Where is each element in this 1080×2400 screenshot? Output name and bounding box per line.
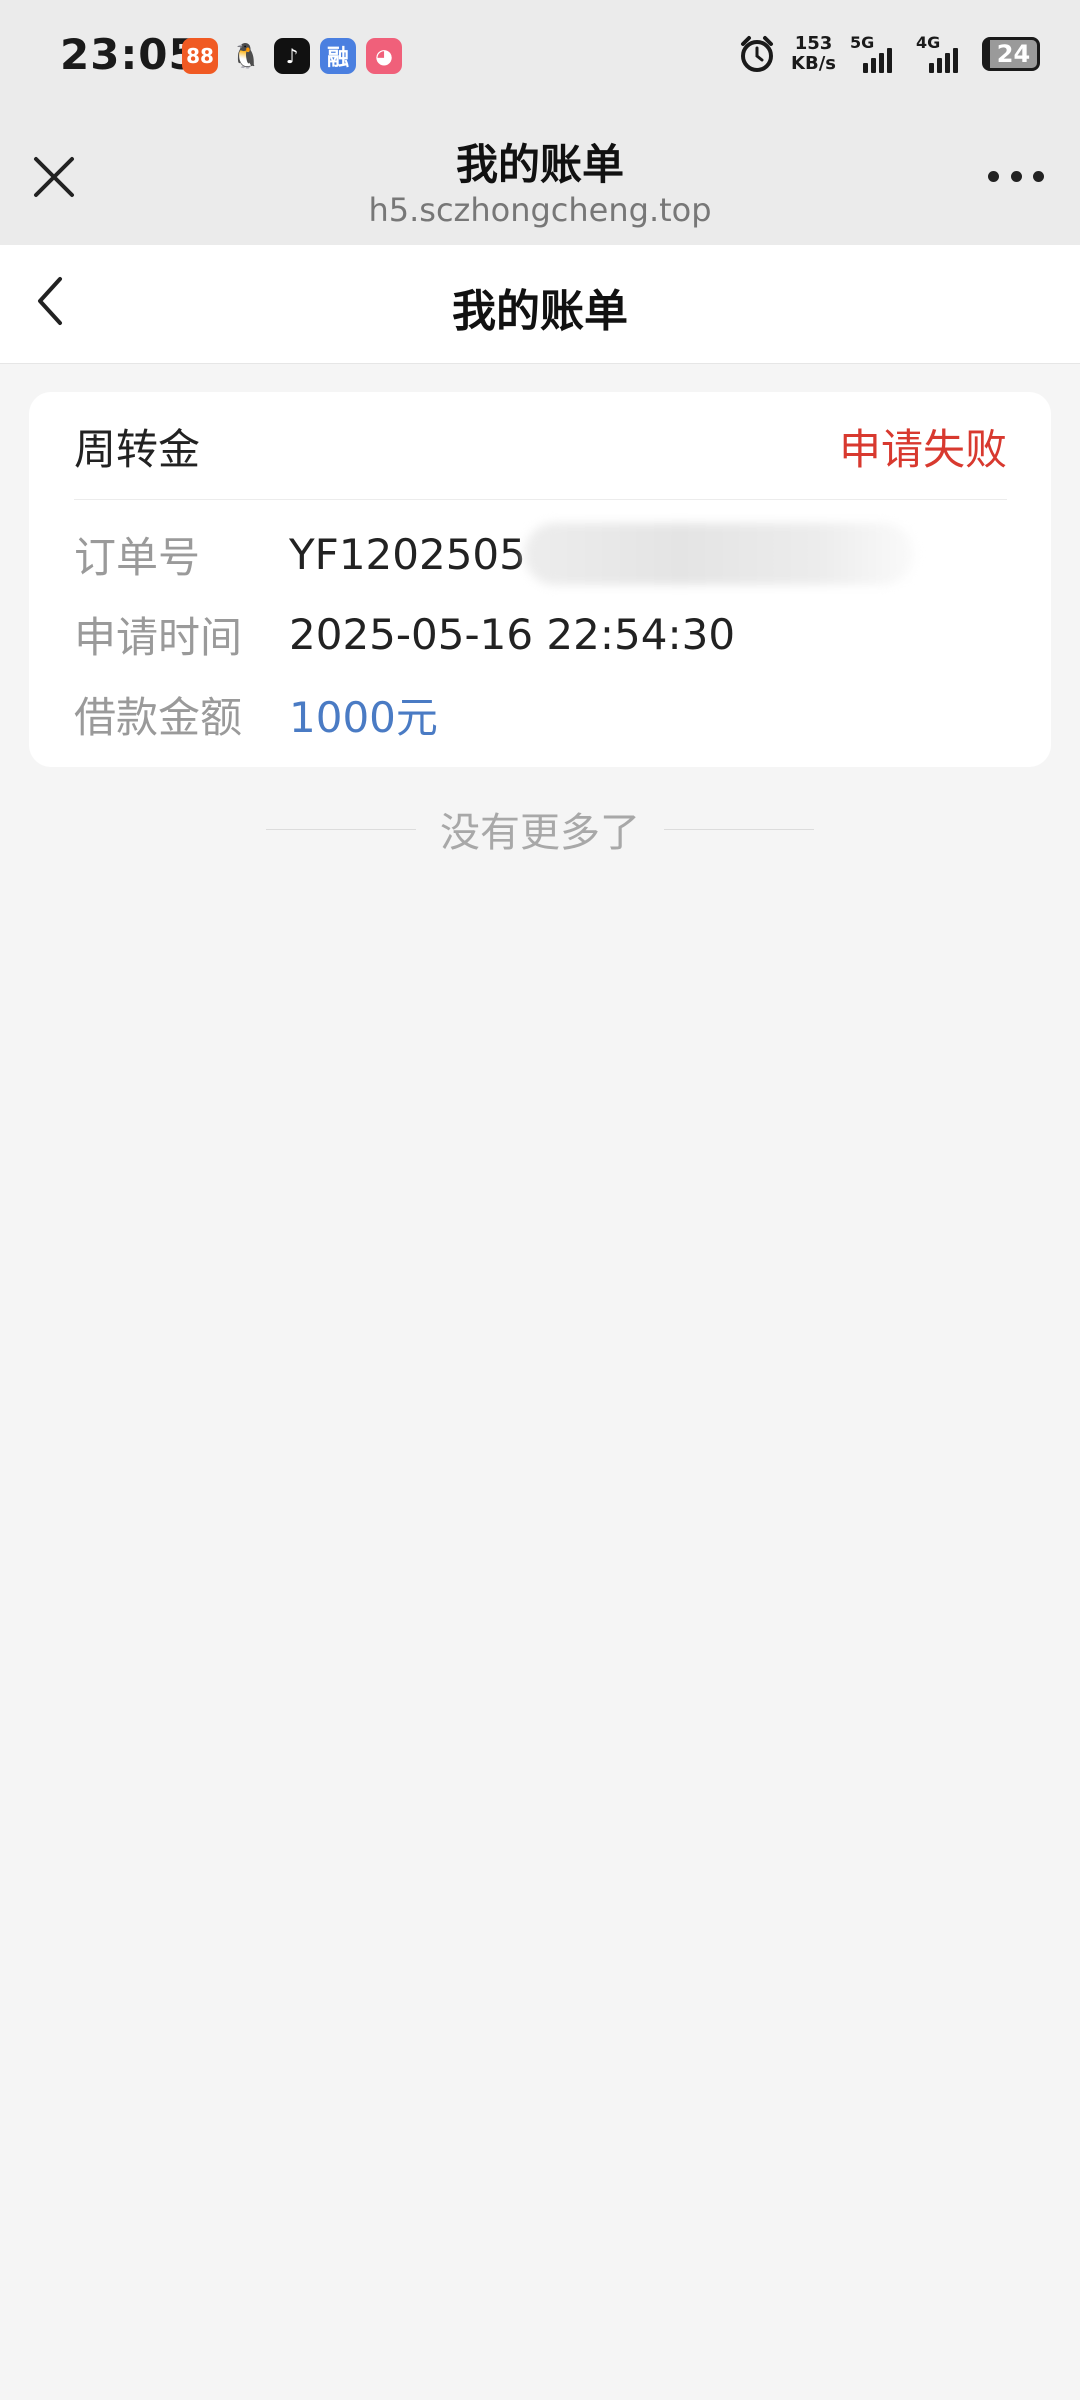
rong-icon: 融: [320, 38, 356, 74]
more-icon[interactable]: [988, 171, 1044, 185]
browser-url: h5.sczhongcheng.top: [368, 191, 712, 229]
apply-time-row: 申请时间 2025-05-16 22:54:30: [74, 604, 735, 664]
bill-card[interactable]: 周转金 申请失败 订单号 YF1202505 申请时间 2025-05-16 2…: [29, 392, 1051, 767]
status-indicators: 153 KB/s 5G 4G 24: [737, 33, 1040, 74]
alarm-icon: [741, 36, 774, 72]
no-more-indicator: 没有更多了: [0, 800, 1080, 858]
divider: [74, 499, 1007, 500]
status-badge: 申请失败: [838, 425, 1007, 474]
loan-amount-label: 借款金额: [74, 692, 243, 742]
loan-amount-value: 1000元: [289, 692, 438, 742]
order-number-value: YF1202505: [289, 529, 526, 579]
divider-right: [664, 828, 814, 830]
no-more-text: 没有更多了: [440, 810, 640, 856]
loan-amount-row: 借款金额 1000元: [74, 684, 438, 744]
browser-title: 我的账单: [455, 140, 624, 189]
qq-icon: 🐧: [228, 38, 264, 74]
apply-time-value: 2025-05-16 22:54:30: [289, 609, 736, 659]
order-number-row: 订单号 YF1202505: [74, 523, 914, 585]
status-bar: 23:05 88 🐧 ♪ 融 ◕ 153 KB/s 5G 4G 24: [0, 0, 1080, 115]
page-title: 我的账单: [452, 286, 628, 337]
kuaishou-icon: 88: [182, 38, 218, 74]
notification-icons: 88 🐧 ♪ 融 ◕: [182, 38, 402, 74]
product-name: 周转金: [74, 425, 201, 474]
status-time: 23:05: [60, 30, 199, 79]
apply-time-label: 申请时间: [74, 612, 243, 662]
battery-icon: 24: [982, 37, 1040, 71]
divider-left: [266, 828, 416, 830]
browser-bar: 我的账单 h5.sczhongcheng.top: [0, 115, 1080, 245]
signal-5g-icon: 5G: [850, 33, 902, 73]
app-pink-icon: ◕: [366, 38, 402, 74]
network-speed: 153 KB/s: [791, 33, 836, 74]
douyin-icon: ♪: [274, 38, 310, 74]
page-header: 我的账单: [0, 245, 1080, 364]
signal-4g-icon: 4G: [916, 33, 968, 73]
redaction-blur: [523, 523, 914, 585]
order-number-label: 订单号: [74, 532, 201, 582]
